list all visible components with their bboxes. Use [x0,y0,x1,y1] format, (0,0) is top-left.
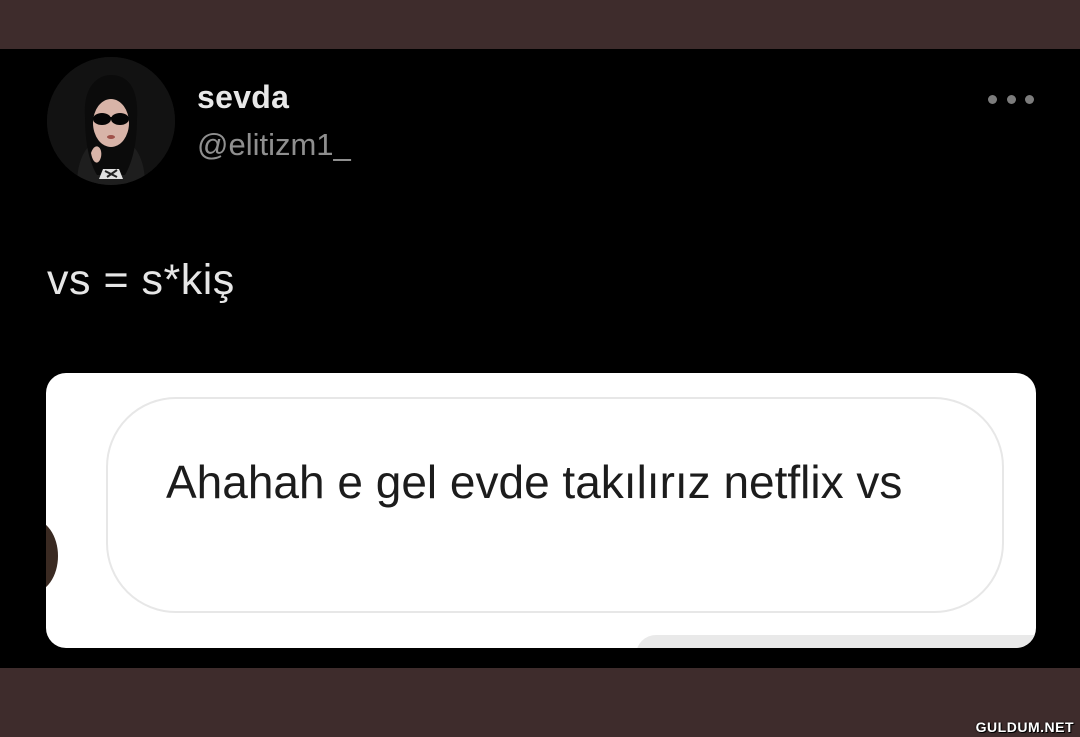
more-horizontal-icon [1006,94,1016,104]
sender-avatar [46,519,58,593]
reply-bubble-edge [636,635,1036,648]
author-avatar[interactable] [47,57,175,185]
author-display-name[interactable]: sevda [197,79,289,116]
tweet-screenshot: sevda @elitizm1_ vs = s*kiş Ahahah e gel… [0,49,1080,668]
site-watermark: GULDUM.NET [975,719,1074,735]
author-handle[interactable]: @elitizm1_ [197,127,351,163]
more-horizontal-icon [1025,94,1034,104]
more-options-button[interactable] [986,87,1036,111]
more-horizontal-icon [988,94,997,104]
message-text: Ahahah e gel evde takılırız netflix vs [166,456,903,508]
embedded-message-screenshot: Ahahah e gel evde takılırız netflix vs [46,373,1036,648]
profile-photo-icon [47,57,175,185]
tweet-text: vs = s*kiş [47,256,235,304]
message-bubble: Ahahah e gel evde takılırız netflix vs [106,397,1004,613]
